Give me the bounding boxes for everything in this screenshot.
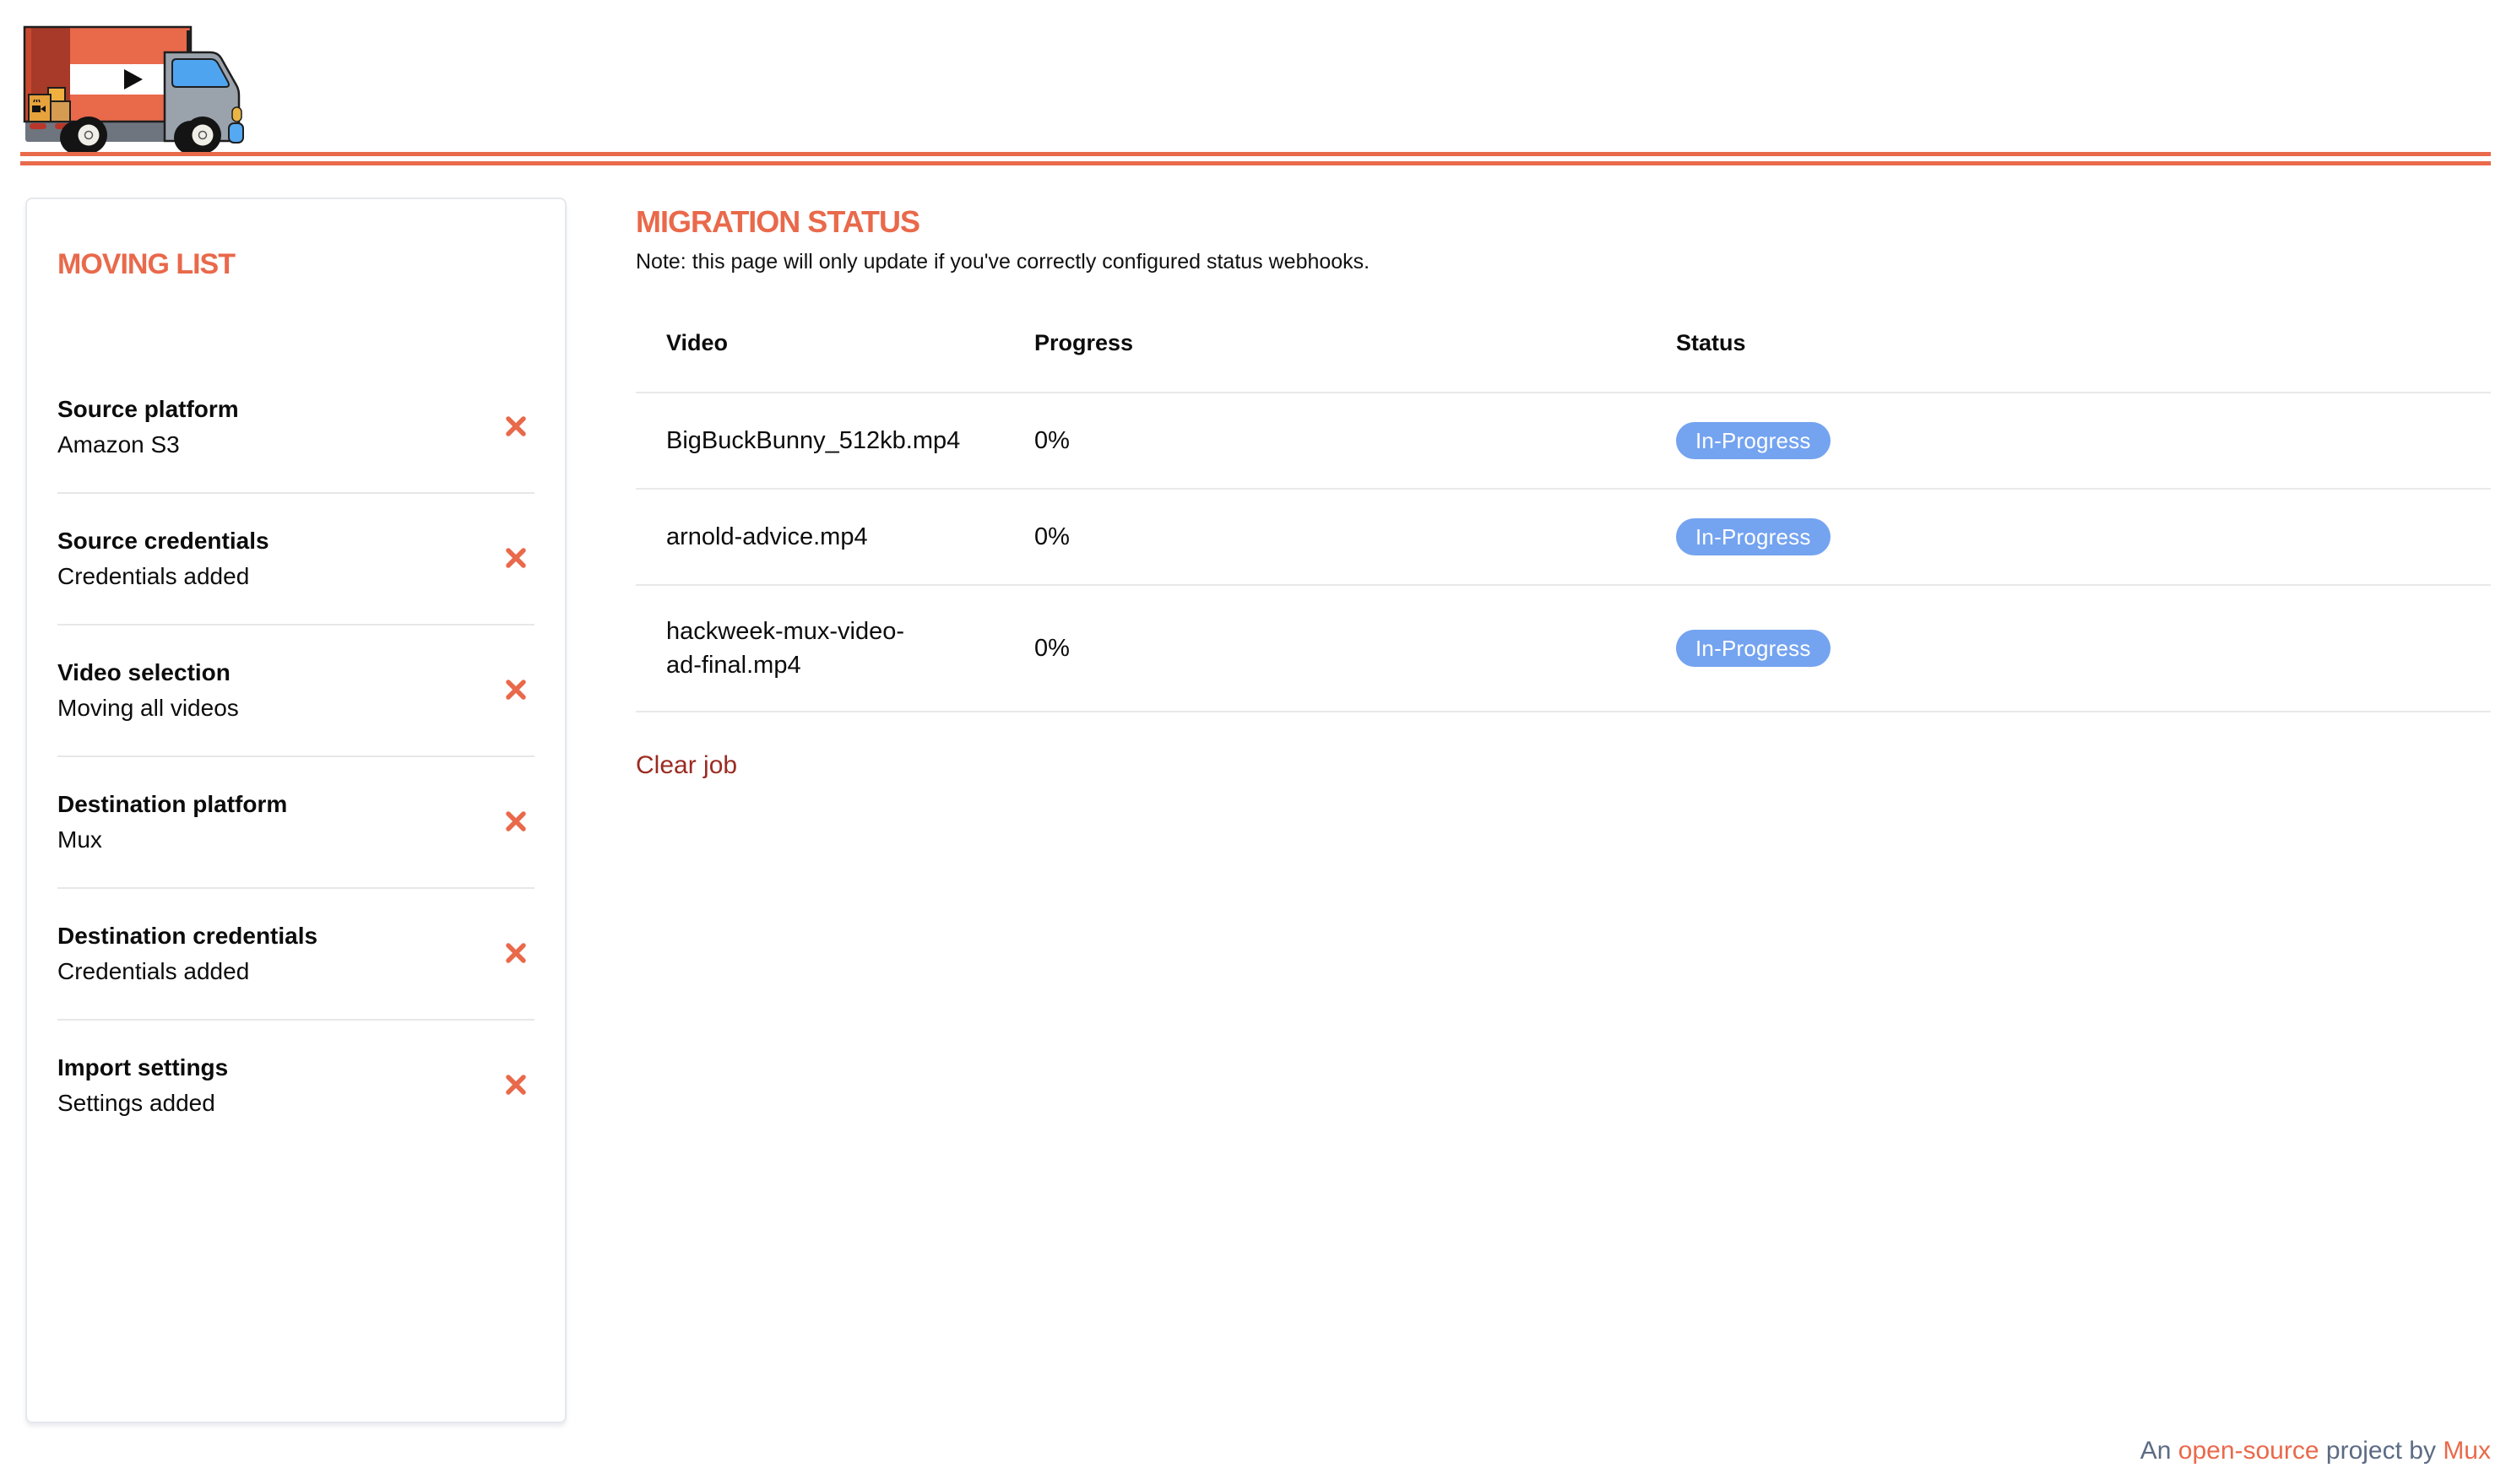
remove-video-selection-button[interactable] bbox=[502, 677, 529, 704]
list-item-value: Moving all videos bbox=[57, 693, 239, 723]
status-badge: In-Progress bbox=[1676, 422, 1831, 459]
list-item-destination-credentials: Destination credentials Credentials adde… bbox=[57, 889, 534, 1021]
header-divider-line-top bbox=[20, 152, 2491, 156]
list-item-value: Credentials added bbox=[57, 956, 317, 987]
footer-text-middle: project by bbox=[2326, 1437, 2436, 1465]
video-cell: hackweek-mux-video-ad-final.mp4 bbox=[636, 615, 1004, 682]
x-icon bbox=[504, 546, 528, 572]
progress-cell: 0% bbox=[1004, 523, 1646, 551]
footer-text-prefix: An bbox=[2140, 1437, 2172, 1465]
table-row: hackweek-mux-video-ad-final.mp4 0% In-Pr… bbox=[636, 586, 2491, 712]
progress-cell: 0% bbox=[1004, 427, 1646, 455]
list-item-value: Mux bbox=[57, 825, 287, 855]
video-filename: arnold-advice.mp4 bbox=[666, 520, 868, 554]
remove-source-platform-button[interactable] bbox=[502, 414, 529, 441]
list-item-source-credentials: Source credentials Credentials added bbox=[57, 494, 534, 626]
header-divider-line-bottom bbox=[20, 161, 2491, 165]
mux-link[interactable]: Mux bbox=[2443, 1437, 2491, 1465]
page: MOVING LIST Source platform Amazon S3 So… bbox=[0, 0, 2506, 1484]
moving-list-title: MOVING LIST bbox=[57, 248, 534, 281]
video-cell: arnold-advice.mp4 bbox=[636, 520, 1004, 554]
status-cell: In-Progress bbox=[1646, 630, 2491, 667]
list-item-text: Import settings Settings added bbox=[57, 1053, 228, 1118]
video-cell: BigBuckBunny_512kb.mp4 bbox=[636, 424, 1004, 458]
list-item-label: Source credentials bbox=[57, 526, 269, 556]
migration-status-section: MIGRATION STATUS Note: this page will on… bbox=[567, 174, 2506, 780]
list-item-label: Import settings bbox=[57, 1053, 228, 1083]
truck-logo-icon bbox=[23, 22, 247, 161]
list-item-label: Source platform bbox=[57, 394, 239, 425]
header bbox=[0, 0, 2506, 174]
list-item-label: Destination credentials bbox=[57, 921, 317, 951]
status-cell: In-Progress bbox=[1646, 422, 2491, 459]
list-item-value: Credentials added bbox=[57, 561, 269, 592]
video-filename: BigBuckBunny_512kb.mp4 bbox=[666, 424, 928, 458]
list-item-value: Amazon S3 bbox=[57, 430, 239, 460]
column-header-status: Status bbox=[1646, 330, 2491, 356]
table-row: BigBuckBunny_512kb.mp4 0% In-Progress bbox=[636, 393, 2491, 490]
list-item-label: Video selection bbox=[57, 658, 239, 688]
list-item-label: Destination platform bbox=[57, 789, 287, 820]
list-item-text: Destination platform Mux bbox=[57, 789, 287, 855]
list-item-value: Settings added bbox=[57, 1088, 228, 1118]
list-item-destination-platform: Destination platform Mux bbox=[57, 757, 534, 889]
open-source-link[interactable]: open-source bbox=[2178, 1437, 2319, 1465]
list-item-text: Source credentials Credentials added bbox=[57, 526, 269, 592]
page-title: MIGRATION STATUS bbox=[636, 204, 2491, 240]
clear-job-link[interactable]: Clear job bbox=[636, 751, 737, 780]
x-icon bbox=[504, 1073, 528, 1099]
x-icon bbox=[504, 678, 528, 704]
list-item-text: Source platform Amazon S3 bbox=[57, 394, 239, 460]
column-header-progress: Progress bbox=[1004, 330, 1646, 356]
remove-import-settings-button[interactable] bbox=[502, 1072, 529, 1099]
table-row: arnold-advice.mp4 0% In-Progress bbox=[636, 490, 2491, 586]
table-header-row: Video Progress Status bbox=[636, 300, 2491, 393]
remove-destination-credentials-button[interactable] bbox=[502, 940, 529, 967]
status-cell: In-Progress bbox=[1646, 518, 2491, 555]
list-item-video-selection: Video selection Moving all videos bbox=[57, 626, 534, 757]
x-icon bbox=[504, 414, 528, 441]
list-item-text: Video selection Moving all videos bbox=[57, 658, 239, 723]
footer-credit: An open-source project by Mux bbox=[2140, 1437, 2491, 1465]
column-header-video: Video bbox=[636, 330, 1004, 356]
status-badge: In-Progress bbox=[1676, 518, 1831, 555]
status-badge: In-Progress bbox=[1676, 630, 1831, 667]
list-item-text: Destination credentials Credentials adde… bbox=[57, 921, 317, 987]
video-filename: hackweek-mux-video-ad-final.mp4 bbox=[666, 615, 928, 682]
x-icon bbox=[504, 941, 528, 967]
list-item-source-platform: Source platform Amazon S3 bbox=[57, 362, 534, 494]
list-item-import-settings: Import settings Settings added bbox=[57, 1021, 534, 1151]
x-icon bbox=[504, 810, 528, 836]
webhooks-note: Note: this page will only update if you'… bbox=[636, 250, 2491, 274]
progress-cell: 0% bbox=[1004, 635, 1646, 663]
remove-source-credentials-button[interactable] bbox=[502, 545, 529, 572]
content: MOVING LIST Source platform Amazon S3 So… bbox=[0, 174, 2506, 1423]
migration-table: Video Progress Status BigBuckBunny_512kb… bbox=[636, 300, 2491, 712]
moving-list-card: MOVING LIST Source platform Amazon S3 So… bbox=[25, 198, 567, 1423]
remove-destination-platform-button[interactable] bbox=[502, 809, 529, 836]
